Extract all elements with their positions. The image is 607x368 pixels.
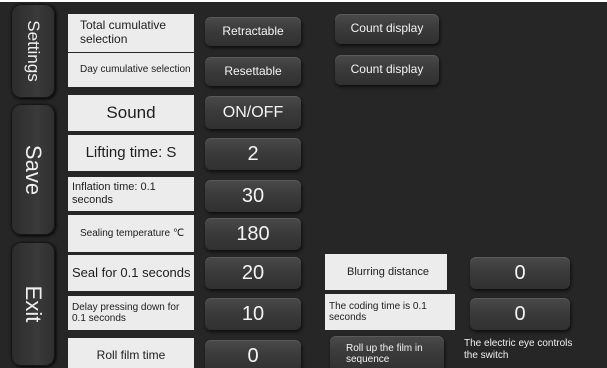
roll-up-sequence-button[interactable]: Roll up the film in sequence — [330, 336, 444, 368]
coding-time-label: The coding time is 0.1 seconds — [325, 294, 455, 330]
exit-button[interactable]: Exit — [11, 242, 55, 366]
exit-button-label: Exit — [21, 285, 46, 323]
total-cumulative-label: Total cumulative selection — [68, 14, 194, 52]
day-cumulative-label: Day cumulative selection — [68, 53, 194, 87]
electric-eye-label: The electric eye controls the switch — [464, 338, 573, 361]
delay-pressing-label: Delay pressing down for 0.1 seconds — [68, 296, 194, 330]
seal-time-label: Seal for 0.1 seconds — [68, 255, 194, 291]
roll-film-time-label: Roll film time — [68, 338, 194, 368]
lifting-time-label: Lifting time: S — [68, 135, 194, 171]
sealing-temperature-label: Sealing temperature ℃ — [68, 215, 194, 252]
save-button[interactable]: Save — [11, 104, 55, 235]
sealing-temperature-input[interactable]: 180 — [205, 218, 301, 250]
settings-tab-label: Settings — [24, 20, 43, 82]
day-count-display[interactable]: Count display — [335, 55, 439, 85]
retractable-button[interactable]: Retractable — [205, 17, 301, 46]
blurring-distance-label: Blurring distance — [325, 254, 447, 290]
coding-time-input[interactable]: 0 — [470, 298, 570, 330]
top-edge — [0, 0, 607, 2]
blurring-distance-input[interactable]: 0 — [470, 257, 570, 289]
total-count-display[interactable]: Count display — [335, 14, 439, 44]
seal-time-input[interactable]: 20 — [205, 257, 301, 289]
resettable-button[interactable]: Resettable — [205, 57, 301, 86]
inflation-time-input[interactable]: 30 — [205, 180, 301, 212]
inflation-time-label: Inflation time: 0.1 seconds — [68, 177, 194, 211]
settings-screen: Settings Save Exit Total cumulative sele… — [0, 0, 607, 368]
settings-tab[interactable]: Settings — [11, 4, 55, 98]
roll-film-time-input[interactable]: 0 — [205, 340, 301, 368]
sound-toggle[interactable]: ON/OFF — [205, 96, 301, 129]
delay-pressing-input[interactable]: 10 — [205, 298, 301, 330]
sound-label: Sound — [68, 95, 194, 131]
lifting-time-input[interactable]: 2 — [205, 138, 301, 170]
save-button-label: Save — [21, 144, 46, 195]
